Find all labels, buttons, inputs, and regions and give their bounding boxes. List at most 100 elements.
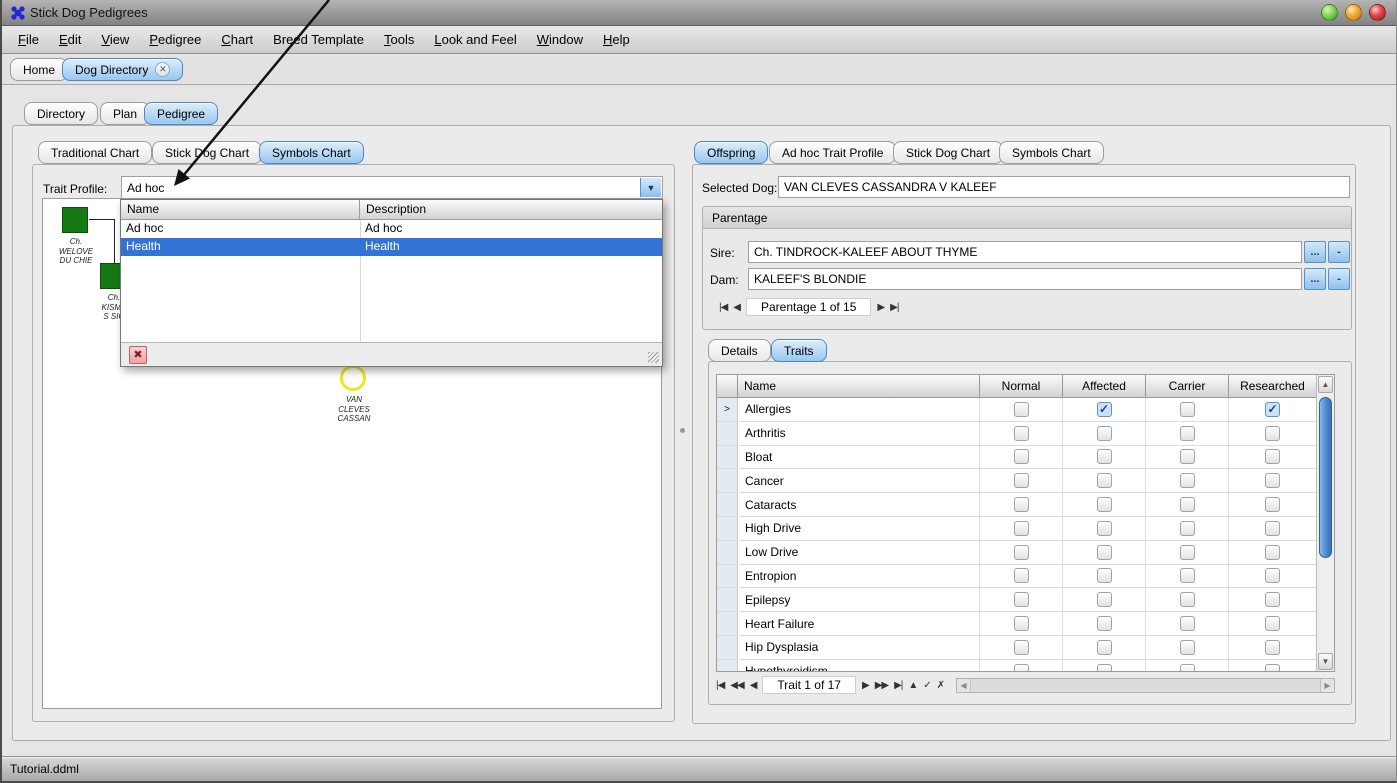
normal-checkbox[interactable] [1014, 592, 1029, 607]
researched-checkbox[interactable] [1265, 497, 1280, 512]
nav-last-icon[interactable]: ▶| [890, 302, 898, 313]
carrier-checkbox[interactable] [1180, 545, 1195, 560]
nav-last-icon[interactable]: ▶| [894, 680, 902, 691]
tab-close-icon[interactable]: ✕ [155, 62, 170, 77]
carrier-checkbox[interactable] [1180, 592, 1195, 607]
close-button[interactable] [1369, 4, 1386, 21]
carrier-checkbox[interactable] [1180, 402, 1195, 417]
affected-checkbox[interactable] [1097, 640, 1112, 655]
pedigree-node-male[interactable] [62, 207, 88, 233]
table-row[interactable]: Low Drive [717, 541, 1316, 565]
menu-item-pedigree[interactable]: Pedigree [139, 26, 211, 53]
normal-checkbox[interactable] [1014, 568, 1029, 583]
carrier-checkbox[interactable] [1180, 449, 1195, 464]
pedigree-node-female[interactable] [340, 365, 366, 391]
tab-stick-dog-chart-right[interactable]: Stick Dog Chart [893, 141, 1003, 164]
carrier-checkbox[interactable] [1180, 473, 1195, 488]
trait-profile-combobox[interactable]: Ad hoc ▼ [121, 176, 663, 199]
dropdown-column-description[interactable]: Description [360, 200, 662, 219]
carrier-checkbox[interactable] [1180, 497, 1195, 512]
normal-checkbox[interactable] [1014, 449, 1029, 464]
researched-checkbox[interactable] [1265, 473, 1280, 488]
tab-offspring[interactable]: Offspring [694, 141, 768, 164]
nav-first-icon[interactable]: |◀ [719, 302, 727, 313]
researched-checkbox[interactable] [1265, 616, 1280, 631]
tab-pedigree[interactable]: Pedigree [144, 102, 218, 125]
table-row[interactable]: Hypothyroidism [717, 660, 1316, 671]
nav-up-icon[interactable]: ▲ [908, 680, 917, 691]
affected-checkbox[interactable] [1097, 521, 1112, 536]
researched-checkbox[interactable]: ✓ [1265, 402, 1280, 417]
researched-checkbox[interactable] [1265, 592, 1280, 607]
table-row[interactable]: Heart Failure [717, 612, 1316, 636]
maximize-button[interactable] [1345, 4, 1362, 21]
column-header-affected[interactable]: Affected [1063, 375, 1146, 397]
selected-dog-field[interactable]: VAN CLEVES CASSANDRA V KALEEF [778, 176, 1350, 198]
normal-checkbox[interactable] [1014, 497, 1029, 512]
researched-checkbox[interactable] [1265, 521, 1280, 536]
resize-grip[interactable] [648, 352, 659, 363]
affected-checkbox[interactable] [1097, 473, 1112, 488]
tab-ad-hoc-trait-profile[interactable]: Ad hoc Trait Profile [769, 141, 896, 164]
menu-item-chart[interactable]: Chart [211, 26, 263, 53]
normal-checkbox[interactable] [1014, 640, 1029, 655]
scroll-left-icon[interactable]: ◀ [957, 679, 971, 692]
researched-checkbox[interactable] [1265, 640, 1280, 655]
column-header-normal[interactable]: Normal [980, 375, 1063, 397]
researched-checkbox[interactable] [1265, 545, 1280, 560]
normal-checkbox[interactable] [1014, 616, 1029, 631]
carrier-checkbox[interactable] [1180, 616, 1195, 631]
affected-checkbox[interactable] [1097, 664, 1112, 671]
table-row[interactable]: Bloat [717, 446, 1316, 470]
nav-prev-icon[interactable]: ◀ [733, 302, 740, 313]
normal-checkbox[interactable] [1014, 545, 1029, 560]
scroll-down-icon[interactable]: ▼ [1318, 653, 1333, 670]
dam-field[interactable]: KALEEF'S BLONDIE [748, 268, 1302, 290]
tab-traditional-chart[interactable]: Traditional Chart [38, 141, 152, 164]
tab-directory[interactable]: Directory [24, 102, 98, 125]
table-row[interactable]: Hip Dysplasia [717, 636, 1316, 660]
researched-checkbox[interactable] [1265, 568, 1280, 583]
scroll-right-icon[interactable]: ▶ [1320, 679, 1334, 692]
sire-remove-button[interactable]: - [1328, 241, 1350, 263]
nav-rewind-icon[interactable]: ◀◀ [730, 680, 743, 691]
table-row[interactable]: Entropion [717, 565, 1316, 589]
column-header-name[interactable]: Name [738, 375, 980, 397]
column-header-carrier[interactable]: Carrier [1146, 375, 1229, 397]
scroll-up-icon[interactable]: ▲ [1318, 376, 1333, 393]
carrier-checkbox[interactable] [1180, 521, 1195, 536]
nav-forward-icon[interactable]: ▶▶ [875, 680, 888, 691]
menu-item-breed-template[interactable]: Breed Template [263, 26, 374, 53]
menu-item-look-and-feel[interactable]: Look and Feel [424, 26, 526, 53]
nav-next-icon[interactable]: ▶ [877, 302, 884, 313]
affected-checkbox[interactable] [1097, 545, 1112, 560]
researched-checkbox[interactable] [1265, 664, 1280, 671]
table-row[interactable]: Epilepsy [717, 588, 1316, 612]
normal-checkbox[interactable] [1014, 664, 1029, 671]
researched-checkbox[interactable] [1265, 449, 1280, 464]
minimize-button[interactable] [1321, 4, 1338, 21]
nav-first-icon[interactable]: |◀ [716, 680, 724, 691]
carrier-checkbox[interactable] [1180, 426, 1195, 441]
dropdown-row-health[interactable]: Health Health [121, 238, 662, 256]
menu-item-view[interactable]: View [91, 26, 139, 53]
table-row[interactable]: Arthritis [717, 422, 1316, 446]
normal-checkbox[interactable] [1014, 426, 1029, 441]
affected-checkbox[interactable] [1097, 449, 1112, 464]
combobox-dropdown-button[interactable]: ▼ [640, 178, 661, 197]
tab-symbols-chart-left[interactable]: Symbols Chart [259, 141, 364, 164]
affected-checkbox[interactable] [1097, 497, 1112, 512]
tab-plan[interactable]: Plan [100, 102, 150, 125]
tab-stick-dog-chart-left[interactable]: Stick Dog Chart [152, 141, 262, 164]
affected-checkbox[interactable] [1097, 426, 1112, 441]
normal-checkbox[interactable] [1014, 521, 1029, 536]
splitter-handle[interactable] [680, 428, 685, 433]
tab-details[interactable]: Details [708, 339, 771, 362]
affected-checkbox[interactable] [1097, 592, 1112, 607]
carrier-checkbox[interactable] [1180, 640, 1195, 655]
sire-lookup-button[interactable]: ... [1304, 241, 1326, 263]
menu-item-help[interactable]: Help [593, 26, 640, 53]
dam-remove-button[interactable]: - [1328, 268, 1350, 290]
table-row[interactable]: Cataracts [717, 493, 1316, 517]
sire-field[interactable]: Ch. TINDROCK-KALEEF ABOUT THYME [748, 241, 1302, 263]
